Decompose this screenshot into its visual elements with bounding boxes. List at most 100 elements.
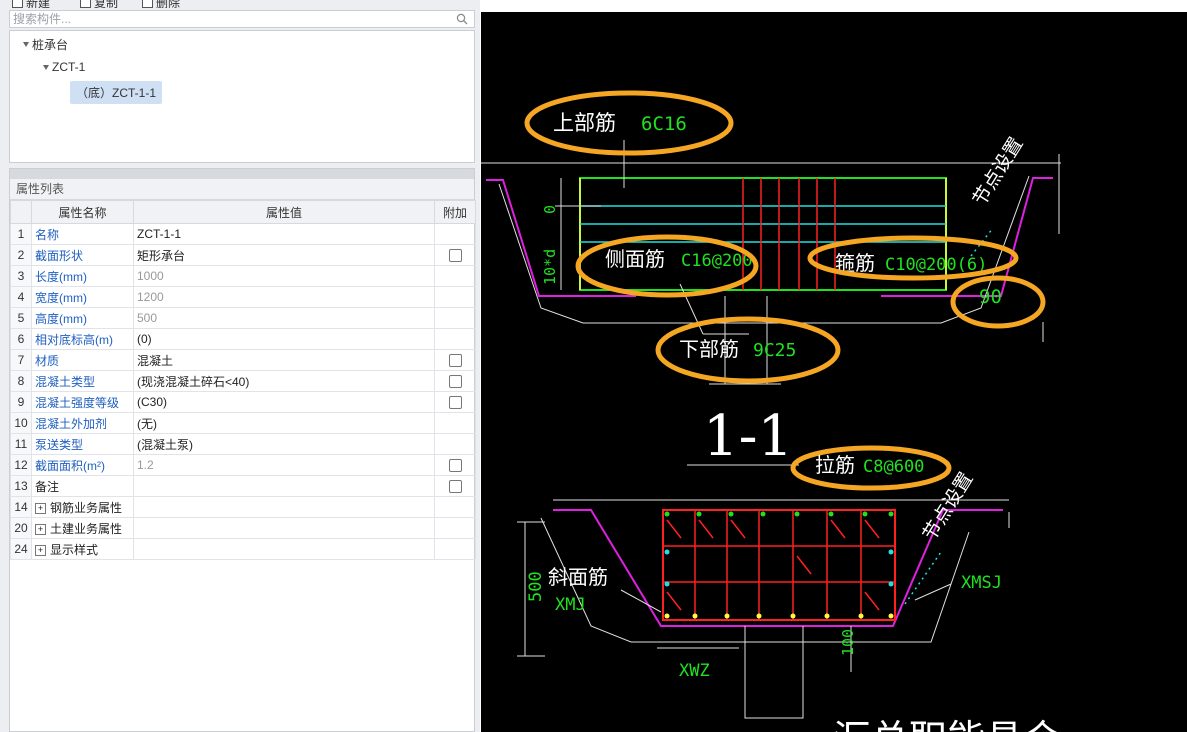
tree-node-root-label: 桩承台 [32,38,69,52]
property-panel: 属性列表 属性名称 属性值 附加 1 名称 ZCT-1-1 2 截面形状 矩形承台 3长… [9,168,476,732]
property-value[interactable]: ZCT-1-1 [133,223,435,245]
extra-cell [434,370,476,392]
property-name: 混凝土强度等级 [31,391,134,413]
panel-splitter[interactable] [10,169,474,179]
slope-rebar-label: 斜面筋 [548,565,608,589]
extra-cell [434,517,476,539]
table-row[interactable]: 20 + 土建业务属性 [10,517,476,539]
property-name: 混凝土外加剂 [31,412,134,434]
top-rebar-label: 上部筋 [553,111,616,135]
property-value[interactable]: 混凝土 [133,349,435,371]
table-row[interactable]: 12 截面面积(m²) 1.2 [10,454,476,476]
extra-cell [434,286,476,308]
extra-cell [434,307,476,329]
table-row[interactable]: 11 泵送类型 (混凝土泵) [10,433,476,455]
expand-plus-icon[interactable]: + [35,502,46,514]
dim-500-label: 500 [526,571,546,602]
table-row[interactable]: 1 名称 ZCT-1-1 [10,223,476,245]
property-name: 高度(mm) [31,307,134,329]
row-number: 6 [10,328,32,350]
side-rebar-label: 侧面筋 [605,247,665,271]
property-value[interactable]: 1.2 [133,454,435,476]
table-row[interactable]: 5 高度(mm) 500 [10,307,476,329]
extra-checkbox[interactable] [448,354,462,368]
row-number: 13 [10,475,32,497]
property-value[interactable]: 1000 [133,265,435,287]
extra-cell [434,496,476,518]
extra-checkbox[interactable] [448,459,462,473]
delete-label: 删除 [156,0,181,8]
xmsj-label: XMSJ [961,573,1002,593]
property-group[interactable]: + 显示样式 [31,538,134,560]
table-row[interactable]: 13 备注 [10,475,476,497]
property-group[interactable]: + 土建业务属性 [31,517,134,539]
property-value[interactable]: 1200 [133,286,435,308]
table-row[interactable]: 4 宽度(mm) 1200 [10,286,476,308]
property-table-header: 属性名称 属性值 附加 [10,200,476,224]
delete-icon [142,0,153,8]
extra-checkbox[interactable] [448,375,462,389]
extra-cell [434,265,476,287]
extra-cell [434,475,476,497]
extra-checkbox[interactable] [448,249,462,263]
property-name: 相对底标高(m) [31,328,134,350]
property-group-label: 显示样式 [50,542,99,557]
tree-node-zct1[interactable]: ZCT-1 [43,60,85,74]
angle-value: 90 [979,286,1002,308]
row-number: 14 [10,496,32,518]
bottom-rebar-value: 9C25 [753,340,796,361]
property-table: 属性名称 属性值 附加 1 名称 ZCT-1-1 2 截面形状 矩形承台 3 长度(mm)… [10,200,476,560]
property-name: 长度(mm) [31,265,134,287]
property-value [133,517,435,539]
expand-plus-icon[interactable]: + [35,523,46,535]
property-name: 名称 [31,223,134,245]
property-value[interactable]: (C30) [133,391,435,413]
new-button[interactable]: 新建 [12,0,50,8]
property-group[interactable]: + 钢筋业务属性 [31,496,134,518]
table-row[interactable]: 7 材质 混凝土 [10,349,476,371]
table-row[interactable]: 24 + 显示样式 [10,538,476,560]
tie-rebar-label: 拉筋 [815,453,855,477]
property-value[interactable]: 500 [133,307,435,329]
copy-button[interactable]: 复制 [80,0,118,8]
delete-button[interactable]: 删除 [142,0,180,8]
collapse-arrow-icon[interactable] [43,64,49,70]
top-strip [481,0,1187,12]
expand-plus-icon[interactable]: + [35,544,46,556]
search-input[interactable] [10,11,453,27]
table-row[interactable]: 9 混凝土强度等级 (C30) [10,391,476,413]
table-row[interactable]: 14 + 钢筋业务属性 [10,496,476,518]
table-row[interactable]: 3 长度(mm) 1000 [10,265,476,287]
table-row[interactable]: 10 混凝土外加剂 (无) [10,412,476,434]
new-icon [12,0,23,8]
extra-cell [434,454,476,476]
collapse-arrow-icon[interactable] [23,42,29,47]
tie-rebar-value: C8@600 [863,457,924,477]
slope-rebar-value: XMJ [555,595,586,615]
property-value[interactable]: (混凝土泵) [133,433,435,455]
tree-node-selected[interactable]: （底）ZCT-1-1 [70,81,163,104]
table-row[interactable]: 6 相对底标高(m) (0) [10,328,476,350]
property-value[interactable]: (现浇混凝土碎石<40) [133,370,435,392]
dim-10d-label: 10*d [541,249,559,285]
extra-checkbox[interactable] [448,480,462,494]
table-row[interactable]: 8 混凝土类型 (现浇混凝土碎石<40) [10,370,476,392]
tree-node-root[interactable]: 桩承台 [23,36,68,53]
extra-checkbox[interactable] [448,396,462,410]
cad-drawing-canvas[interactable]: 上部筋 6C16 节点设置 0 10*d 侧面筋 C16@200 箍筋 C10@… [481,12,1187,732]
rebar-dots [664,511,894,619]
property-value[interactable]: 矩形承台 [133,244,435,266]
tree-node-selected-label: （底）ZCT-1-1 [76,86,157,100]
row-number: 3 [10,265,32,287]
property-value[interactable] [133,475,435,497]
extra-cell [434,391,476,413]
property-value[interactable]: (0) [133,328,435,350]
search-icon[interactable] [456,13,468,25]
copy-icon [80,0,91,8]
property-value[interactable]: (无) [133,412,435,434]
property-name: 宽度(mm) [31,286,134,308]
extra-cell [434,433,476,455]
table-row[interactable]: 2 截面形状 矩形承台 [10,244,476,266]
node-setting-label[interactable]: 节点设置 [969,134,1028,210]
dim-100-label: 100 [839,629,857,656]
